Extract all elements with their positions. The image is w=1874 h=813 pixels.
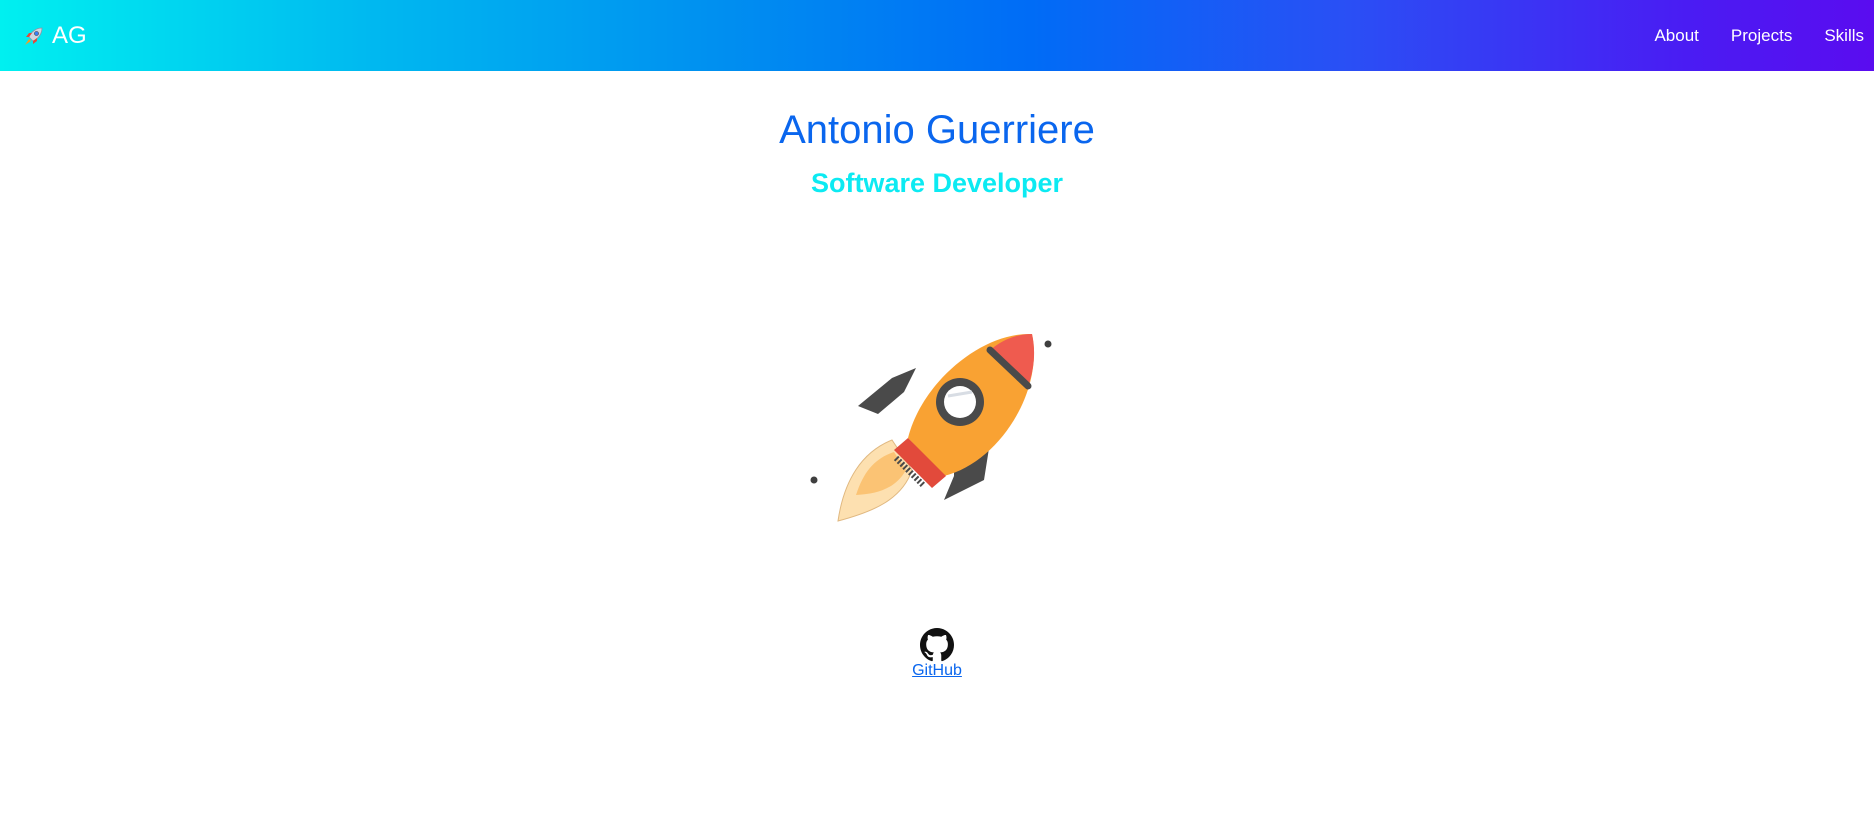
github-label: GitHub — [912, 662, 962, 679]
github-icon — [920, 628, 954, 662]
github-link[interactable]: GitHub — [887, 628, 987, 680]
rocket-emoji-icon — [25, 27, 43, 45]
rocket-illustration — [804, 330, 1064, 530]
nav-link-projects[interactable]: Projects — [1731, 26, 1792, 46]
star-dot — [1044, 340, 1052, 348]
hero-name: Antonio Guerriere — [779, 108, 1095, 152]
brand-label: AG — [52, 22, 87, 49]
nav-link-skills[interactable]: Skills — [1824, 26, 1864, 46]
top-navbar: AG About Projects Skills — [0, 0, 1874, 71]
rocket-icon — [810, 333, 1052, 522]
brand-link[interactable]: AG — [22, 18, 87, 54]
star-dot — [810, 476, 818, 484]
hero-role: Software Developer — [810, 168, 1064, 198]
nav-links: About Projects Skills — [1622, 0, 1864, 71]
nav-link-about[interactable]: About — [1654, 26, 1698, 46]
